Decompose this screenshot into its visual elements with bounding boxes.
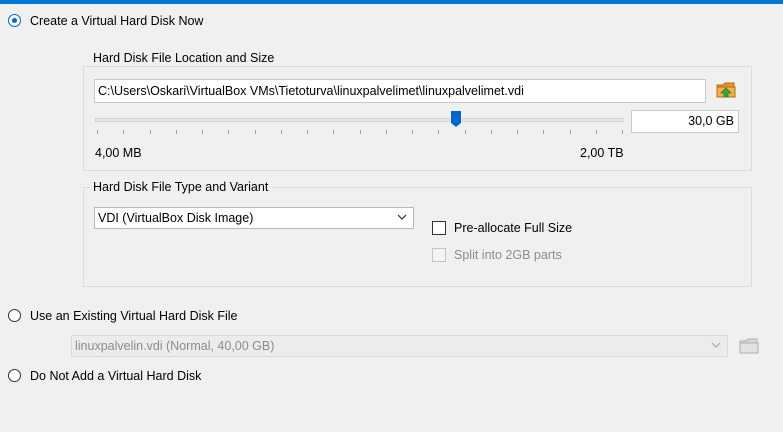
slider-tick bbox=[438, 130, 439, 134]
folder-icon[interactable] bbox=[715, 79, 737, 101]
create-new-disk-radio[interactable] bbox=[8, 14, 21, 27]
existing-disk-select[interactable]: linuxpalvelin.vdi (Normal, 40,00 GB) bbox=[71, 335, 728, 357]
existing-disk-select-value: linuxpalvelin.vdi (Normal, 40,00 GB) bbox=[75, 339, 275, 353]
slider-tick bbox=[386, 130, 387, 134]
preallocate-checkbox[interactable] bbox=[432, 221, 446, 235]
size-slider-thumb[interactable] bbox=[451, 111, 461, 127]
slider-tick bbox=[123, 130, 124, 134]
slider-tick bbox=[202, 130, 203, 134]
slider-tick bbox=[307, 130, 308, 134]
do-not-add-disk-label[interactable]: Do Not Add a Virtual Hard Disk bbox=[30, 369, 201, 383]
use-existing-disk-label[interactable]: Use an Existing Virtual Hard Disk File bbox=[30, 309, 237, 323]
disk-type-select[interactable]: VDI (VirtualBox Disk Image) bbox=[94, 207, 414, 229]
create-new-disk-label[interactable]: Create a Virtual Hard Disk Now bbox=[30, 14, 203, 28]
size-min-label: 4,00 MB bbox=[95, 146, 142, 160]
slider-tick bbox=[150, 130, 151, 134]
slider-tick bbox=[255, 130, 256, 134]
slider-tick bbox=[517, 130, 518, 134]
radio-selected-dot bbox=[12, 18, 17, 23]
slider-tick bbox=[465, 130, 466, 134]
disk-file-path-input[interactable]: C:\Users\Oskari\VirtualBox VMs\Tietoturv… bbox=[94, 79, 706, 103]
slider-tick bbox=[412, 130, 413, 134]
size-max-label: 2,00 TB bbox=[580, 146, 624, 160]
slider-tick bbox=[228, 130, 229, 134]
chevron-down-icon bbox=[397, 214, 407, 220]
slider-tick bbox=[570, 130, 571, 134]
slider-tick bbox=[622, 130, 623, 134]
do-not-add-disk-radio[interactable] bbox=[8, 369, 21, 382]
disk-type-select-value: VDI (VirtualBox Disk Image) bbox=[98, 211, 254, 225]
type-variant-group bbox=[83, 187, 752, 287]
window-accent-bar bbox=[0, 0, 783, 4]
slider-tick bbox=[97, 130, 98, 134]
existing-folder-icon[interactable] bbox=[738, 335, 760, 357]
preallocate-label[interactable]: Pre-allocate Full Size bbox=[454, 221, 572, 235]
slider-tick bbox=[543, 130, 544, 134]
chevron-down-icon bbox=[711, 342, 721, 348]
slider-tick bbox=[360, 130, 361, 134]
type-variant-group-title: Hard Disk File Type and Variant bbox=[89, 180, 273, 194]
split-2gb-label[interactable]: Split into 2GB parts bbox=[454, 248, 562, 262]
disk-size-input[interactable]: 30,0 GB bbox=[631, 110, 739, 133]
size-slider-track[interactable] bbox=[95, 118, 624, 122]
location-size-group-title: Hard Disk File Location and Size bbox=[89, 51, 279, 65]
slider-tick bbox=[491, 130, 492, 134]
slider-tick bbox=[176, 130, 177, 134]
slider-tick bbox=[596, 130, 597, 134]
use-existing-disk-radio[interactable] bbox=[8, 309, 21, 322]
split-2gb-checkbox[interactable] bbox=[432, 248, 446, 262]
slider-tick bbox=[281, 130, 282, 134]
slider-tick bbox=[333, 130, 334, 134]
